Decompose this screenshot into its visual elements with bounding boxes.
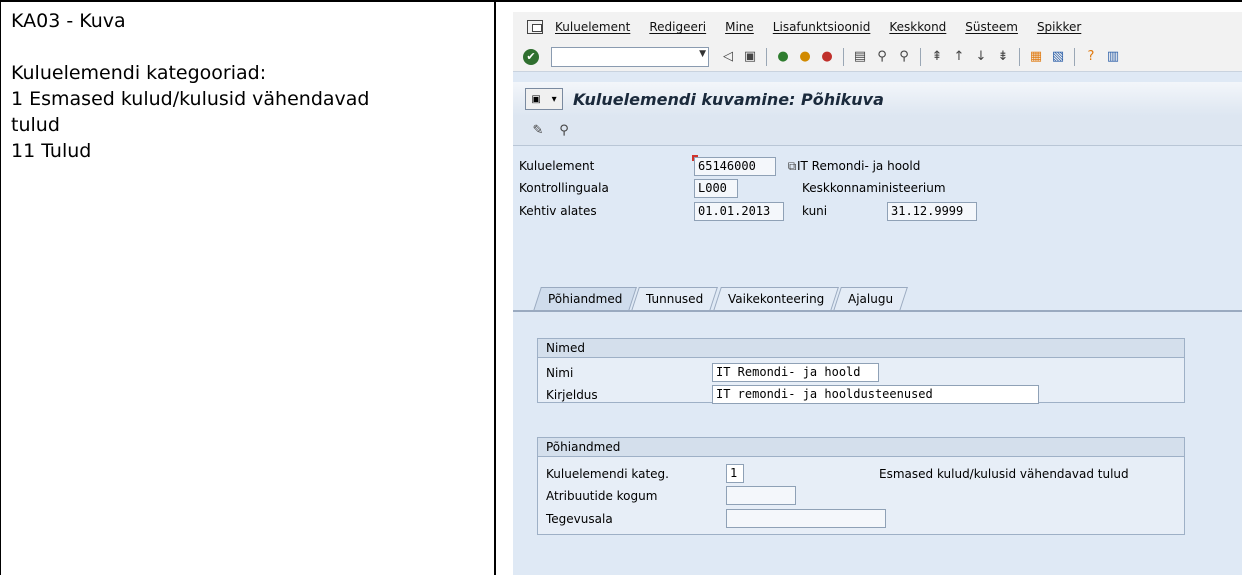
menu-mine[interactable]: Mine <box>725 20 754 34</box>
menu-keskkond[interactable]: Keskkond <box>889 20 946 34</box>
menu-redigeeri[interactable]: Redigeeri <box>649 20 706 34</box>
attribute-mix-label: Atribuutide kogum <box>546 489 658 503</box>
display-change-icon[interactable]: ✎ <box>529 122 547 140</box>
tab-vaikekonteering[interactable]: Vaikekonteering <box>712 287 839 311</box>
content-area: Kuluelement 65146000 ⧉ IT Remondi- ja ho… <box>513 147 1242 575</box>
menu-bar: Kuluelement Redigeeri Mine Lisafunktsioo… <box>513 12 1242 42</box>
find-next-icon[interactable]: ⚲ <box>895 48 913 66</box>
functional-area-label: Tegevusala <box>546 512 613 526</box>
next-page-icon[interactable]: ↓ <box>972 48 990 66</box>
help-icon[interactable]: ? <box>1082 48 1100 66</box>
focus-marker <box>692 155 698 161</box>
new-session-icon[interactable]: ▦ <box>1027 48 1045 66</box>
names-group: Nimed Nimi IT Remondi- ja hoold Kirjeldu… <box>537 338 1185 404</box>
basic-data-group-title: Põhiandmed <box>538 438 1184 457</box>
tab-strip: Põhiandmed Tunnused Vaikekonteering Ajal… <box>533 287 908 311</box>
menu-lisafunktsioonid[interactable]: Lisafunktsioonid <box>773 20 871 34</box>
names-group-title: Nimed <box>538 339 1184 358</box>
controlling-area-label: Kontrollinguala <box>519 181 609 195</box>
shortcut-icon[interactable]: ▧ <box>1049 48 1067 66</box>
enter-check-icon[interactable]: ✔ <box>523 48 539 65</box>
previous-page-icon[interactable]: ↑ <box>950 48 968 66</box>
description-label: Kirjeldus <box>546 388 598 402</box>
menu-spikker[interactable]: Spikker <box>1037 20 1081 34</box>
tab-divider <box>513 310 1242 312</box>
last-page-icon[interactable]: ⇟ <box>994 48 1012 66</box>
standard-toolbar: ✔ ▼ ◁ ▣ ● ● ● ▤ ⚲ ⚲ ⇞ ↑ ↓ ⇟ ▦ ▧ ? ▥ <box>513 42 1242 72</box>
window-menu-icon[interactable] <box>527 20 543 34</box>
tab-pohiandmed[interactable]: Põhiandmed <box>533 287 638 311</box>
tab-tunnused[interactable]: Tunnused <box>631 287 719 311</box>
controlling-area-field[interactable]: L000 <box>694 179 738 198</box>
menu-susteem[interactable]: Süsteem <box>965 20 1018 34</box>
back-arrow-icon[interactable]: ◁ <box>719 48 737 66</box>
screen-title: Kuluelemendi kuvamine: Põhikuva <box>573 89 884 109</box>
categories-heading: Kuluelemendi kategooriad: <box>11 62 267 84</box>
valid-to-label: kuni <box>802 204 828 218</box>
name-label: Nimi <box>546 366 574 380</box>
cancel-icon[interactable]: ● <box>818 48 836 66</box>
sap-window: Kuluelement Redigeeri Mine Lisafunktsioo… <box>513 12 1242 575</box>
category-line-1: 1 Esmased kulud/kulusid vähendavad <box>11 88 370 110</box>
name-field[interactable]: IT Remondi- ja hoold <box>712 363 879 382</box>
tab-ajalugu[interactable]: Ajalugu <box>832 287 908 311</box>
description-field[interactable]: IT remondi- ja hooldusteenused <box>712 385 1039 404</box>
menu-options-icon[interactable]: ▣ ▾ <box>525 88 563 110</box>
print-icon[interactable]: ▤ <box>851 48 869 66</box>
basic-data-group: Põhiandmed Kuluelemendi kateg. 1 Esmased… <box>537 437 1185 535</box>
save-icon[interactable]: ▣ <box>741 48 759 66</box>
category-line-3: 11 Tulud <box>11 140 92 162</box>
controlling-area-text: Keskkonnaministeerium <box>802 181 946 195</box>
doc-title: KA03 - Kuva <box>11 10 126 32</box>
cost-element-field[interactable]: 65146000 <box>694 157 776 176</box>
customize-layout-icon[interactable]: ▥ <box>1104 48 1122 66</box>
cost-element-label: Kuluelement <box>519 159 595 173</box>
document-text-cell: KA03 - Kuva Kuluelemendi kategooriad: 1 … <box>0 0 496 575</box>
find-icon[interactable]: ⚲ <box>873 48 891 66</box>
category-line-2: tulud <box>11 114 60 136</box>
first-page-icon[interactable]: ⇞ <box>928 48 946 66</box>
category-field[interactable]: 1 <box>726 464 744 483</box>
valid-to-field[interactable]: 31.12.9999 <box>887 202 977 221</box>
dropdown-arrow-icon[interactable]: ▼ <box>699 49 706 59</box>
exit-icon[interactable]: ● <box>796 48 814 66</box>
attribute-mix-field[interactable] <box>726 486 796 505</box>
valid-from-field[interactable]: 01.01.2013 <box>694 202 784 221</box>
menu-kuluelement[interactable]: Kuluelement <box>555 20 630 34</box>
cost-element-text: IT Remondi- ja hoold <box>797 159 921 173</box>
display-object-icon[interactable]: ⚲ <box>555 122 573 140</box>
back-icon[interactable]: ● <box>774 48 792 66</box>
command-field[interactable]: ▼ <box>551 46 709 67</box>
category-label: Kuluelemendi kateg. <box>546 467 669 481</box>
application-toolbar: ✎ ⚲ <box>513 116 1242 146</box>
valid-from-label: Kehtiv alates <box>519 204 597 218</box>
screen-title-bar: ▣ ▾ Kuluelemendi kuvamine: Põhikuva <box>513 82 1242 116</box>
category-text: Esmased kulud/kulusid vähendavad tulud <box>879 467 1129 481</box>
functional-area-field[interactable] <box>726 509 886 528</box>
